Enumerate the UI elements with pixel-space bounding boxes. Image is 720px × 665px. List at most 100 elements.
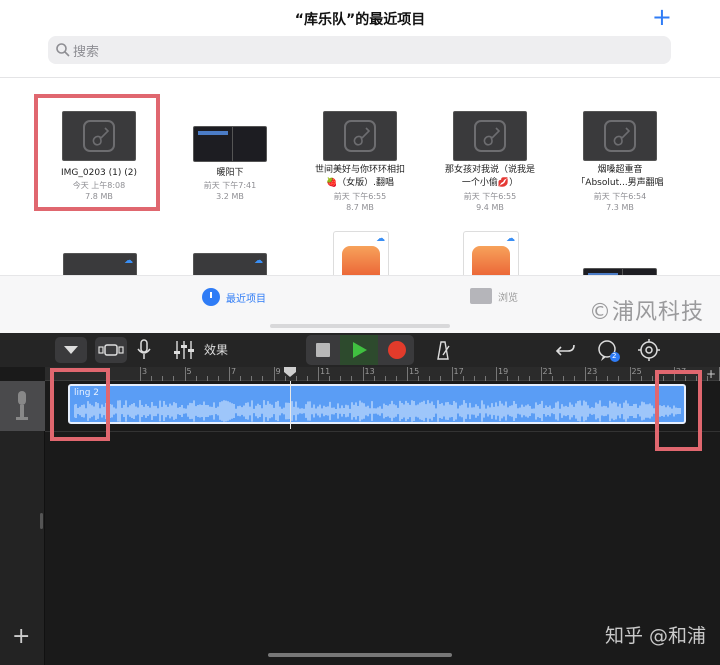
ruler-tick [429, 376, 431, 381]
ruler-tick [651, 376, 653, 381]
ruler-tick-label: 17 [453, 367, 464, 376]
cloud-download-icon[interactable]: ☁ [506, 234, 518, 244]
transport-controls [306, 335, 414, 365]
ruler-tick [162, 376, 164, 381]
tab-recent-label: 最近项目 [226, 293, 266, 305]
ruler-tick [718, 367, 720, 381]
home-indicator [270, 324, 450, 328]
ruler-tick-label: 5 [186, 367, 192, 376]
file-name-line2: 🍓（女版）.翻唱 [325, 178, 395, 188]
view-switch-button[interactable] [95, 337, 127, 363]
record-button[interactable] [388, 341, 406, 359]
microphone-instrument-icon [16, 391, 28, 420]
cloud-download-icon[interactable]: ☁ [124, 256, 136, 266]
add-button[interactable]: + [652, 3, 672, 31]
ruler-tick [551, 376, 553, 381]
stop-button[interactable] [316, 343, 330, 357]
search-input[interactable]: 搜索 [48, 36, 671, 64]
ruler-tick [384, 376, 386, 381]
resize-handle[interactable] [40, 513, 43, 529]
file-size: 7.3 MB [606, 203, 634, 212]
audio-region[interactable]: ling 2 [68, 384, 686, 424]
track-header[interactable] [0, 381, 45, 431]
ruler-tick [585, 367, 586, 381]
ruler-tick [318, 367, 319, 381]
tab-browse[interactable]: 浏览 [470, 288, 518, 304]
file-name-line2: 一个小偷💋） [461, 178, 519, 188]
ruler-tick [340, 376, 342, 381]
timeline-ruler[interactable]: 35791113151719212325272931 [45, 367, 720, 381]
ruler-tick-label: 11 [320, 367, 331, 376]
play-button[interactable] [340, 335, 378, 365]
loop-badge: 2 [612, 352, 617, 360]
ruler-tick [462, 376, 464, 381]
ruler-tick [395, 376, 397, 381]
file-date: 前天 下午6:55 [463, 192, 517, 201]
triangle-down-icon [64, 346, 78, 354]
add-track-button[interactable]: + [12, 626, 30, 648]
ruler-tick [373, 376, 375, 381]
playhead-handle[interactable] [284, 367, 296, 377]
garageband-thumbnail [323, 111, 397, 161]
file-item[interactable]: 世间美好与你环环相扣 🍓（女版）.翻唱 前天 下午6:55 8.7 MB [295, 94, 425, 214]
ruler-tick [607, 376, 609, 381]
watermark: ©浦风科技 [588, 300, 704, 325]
ruler-tick [173, 376, 175, 381]
divider [0, 77, 720, 78]
ruler-tick [518, 376, 520, 381]
garageband-editor: 效果 2 35791113151719212325272931 + ling 2 [0, 333, 720, 665]
highlight-box [34, 94, 160, 211]
home-indicator [268, 653, 452, 657]
ruler-tick-label: 25 [631, 367, 642, 376]
ruler-tick [351, 376, 353, 381]
highlight-box [655, 370, 702, 451]
waveform [74, 400, 681, 422]
search-placeholder: 搜索 [73, 45, 100, 60]
ruler-tick [329, 376, 331, 381]
garageband-thumbnail [453, 111, 527, 161]
ruler-tick-label: 7 [231, 367, 237, 376]
ruler-tick [217, 376, 219, 381]
ruler-tick [306, 376, 308, 381]
file-name: 那女孩对我说（说我是 [444, 165, 535, 175]
add-section-icon[interactable]: + [706, 367, 716, 381]
tracks-view-icon [98, 344, 124, 356]
ruler-tick [562, 376, 564, 381]
ruler-tick [362, 367, 364, 381]
ruler-tick [484, 376, 486, 381]
cloud-download-icon[interactable]: ☁ [376, 234, 388, 244]
tab-bar: 最近项目 浏览 ©浦风科技 [0, 275, 720, 333]
ruler-tick [451, 367, 453, 381]
file-name: 烟嗓超重音 [597, 165, 643, 175]
highlight-box [50, 368, 110, 441]
file-size: 9.4 MB [476, 203, 504, 212]
ruler-tick-label: 13 [364, 367, 375, 376]
garageband-thumbnail [583, 111, 657, 161]
guitar-icon [474, 120, 506, 152]
ruler-tick-label: 23 [587, 367, 598, 376]
ruler-tick [529, 376, 531, 381]
file-date: 前天 下午6:54 [593, 192, 647, 201]
ruler-tick [195, 376, 197, 381]
cloud-download-icon[interactable]: ☁ [254, 256, 266, 266]
tab-recent[interactable]: 最近项目 [202, 288, 266, 306]
ruler-tick [473, 376, 475, 381]
file-item[interactable]: 暖阳下 前天 下午7:41 3.2 MB [165, 94, 295, 210]
ruler-tick [140, 367, 141, 381]
browser-toggle-button[interactable] [55, 337, 87, 363]
ruler-tick [496, 367, 497, 381]
ruler-tick [262, 376, 264, 381]
ruler-tick-label: 3 [142, 367, 148, 376]
ruler-tick [507, 376, 509, 381]
file-item[interactable]: 烟嗓超重音 「Absolut...男声翻唱 前天 下午6:54 7.3 MB [555, 94, 685, 214]
playhead-line [290, 381, 291, 429]
ruler-tick [151, 376, 153, 381]
guitar-icon [344, 120, 376, 152]
watermark: 知乎 @和浦 [604, 625, 706, 647]
video-thumbnail [193, 126, 267, 162]
effects-button[interactable]: 效果 [204, 341, 228, 358]
guitar-icon [604, 120, 636, 152]
toolbar: 效果 2 [0, 333, 720, 367]
file-name-line2: 「Absolut...男声翻唱 [576, 178, 664, 188]
file-item[interactable]: 那女孩对我说（说我是 一个小偷💋） 前天 下午6:55 9.4 MB [425, 94, 555, 214]
